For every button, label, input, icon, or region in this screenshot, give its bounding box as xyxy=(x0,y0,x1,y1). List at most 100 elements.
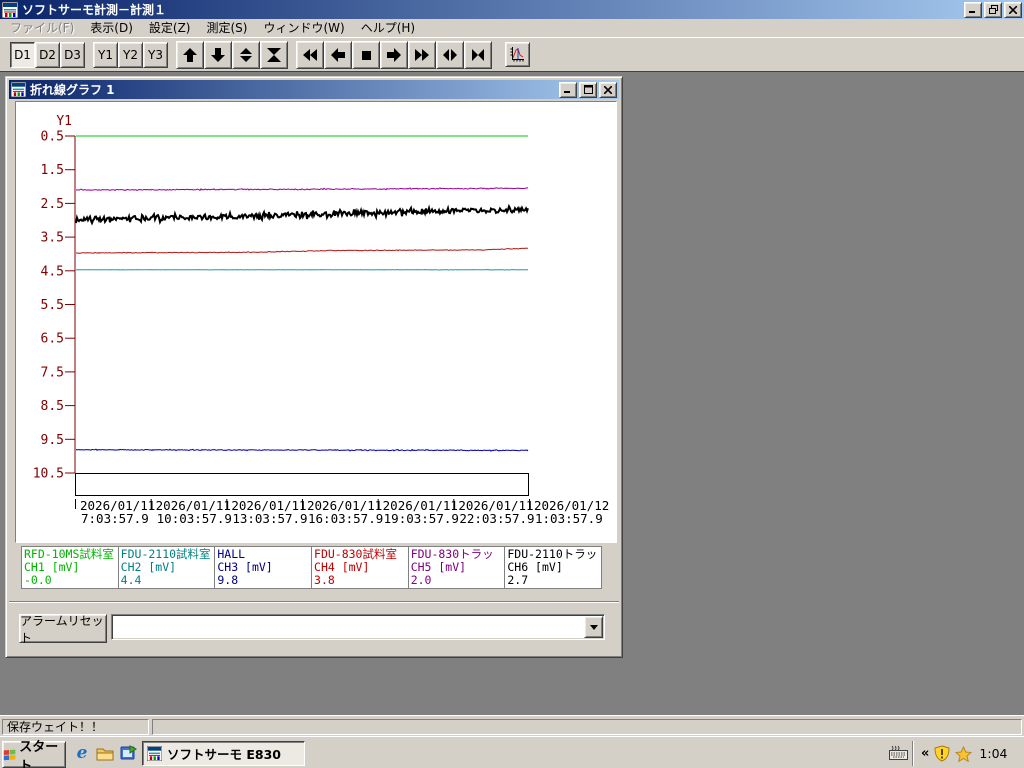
alarm-reset-button[interactable]: アラームリセット xyxy=(19,614,107,645)
expand-vertical-icon xyxy=(240,47,252,62)
system-tray: « 1:04 xyxy=(912,741,1022,766)
legend-cell-ch3: HALL CH3 [mV] 9.8 xyxy=(214,546,313,589)
chart-canvas: Y10.51.52.53.54.55.56.57.58.59.510.52026… xyxy=(33,114,610,526)
svg-text:Y1: Y1 xyxy=(56,114,72,129)
keyboard-indicator-icon[interactable] xyxy=(889,745,908,763)
legend-cell-ch1: RFD-10MS試料室 CH1 [mV] -0.0 xyxy=(21,546,119,589)
tray-clock: 1:04 xyxy=(979,746,1008,761)
graph-icon xyxy=(510,47,524,62)
app-icon xyxy=(2,1,18,18)
alarm-combobox-field[interactable] xyxy=(111,614,605,640)
graph-minimize-button[interactable] xyxy=(559,81,577,98)
display-d1-button[interactable]: D1 xyxy=(10,41,35,68)
svg-text:1:03:57.9: 1:03:57.9 xyxy=(535,511,603,526)
legend-cell-ch2: FDU-2110試料室 CH2 [mV] 4.4 xyxy=(117,546,216,589)
security-shield-icon[interactable] xyxy=(934,745,950,762)
svg-text:7:03:57.9: 7:03:57.9 xyxy=(81,511,149,526)
axis-y1-button[interactable]: Y1 xyxy=(93,41,118,68)
svg-text:2.5: 2.5 xyxy=(41,197,64,212)
collapse-vertical-icon xyxy=(267,47,281,62)
legend-cell-ch4: FDU-830試料室 CH4 [mV] 3.8 xyxy=(311,546,409,589)
channel-value: 2.0 xyxy=(410,573,432,587)
graph-window-icon xyxy=(11,82,26,97)
collapse-horizontal-button[interactable] xyxy=(464,40,492,69)
minimize-icon xyxy=(969,11,975,13)
toolbar: D1 D2 D3 Y1 Y2 Y3 xyxy=(0,37,1024,71)
close-icon xyxy=(604,85,612,94)
stop-icon xyxy=(362,50,371,60)
svg-text:4.5: 4.5 xyxy=(41,264,64,279)
step-left-button[interactable] xyxy=(324,40,352,69)
minimize-button[interactable] xyxy=(964,1,982,18)
svg-text:9.5: 9.5 xyxy=(41,433,64,448)
svg-text:10:03:57.9: 10:03:57.9 xyxy=(157,511,232,526)
svg-text:22:03:57.9: 22:03:57.9 xyxy=(459,511,534,526)
close-icon xyxy=(1009,5,1017,14)
svg-text:6.5: 6.5 xyxy=(41,332,64,347)
step-right-button[interactable] xyxy=(380,40,408,69)
expand-vertical-button[interactable] xyxy=(232,40,260,69)
status-panel-2 xyxy=(152,719,1022,735)
start-button[interactable]: スタート xyxy=(2,740,66,768)
menu-view[interactable]: 表示(D) xyxy=(82,17,141,38)
star-icon[interactable] xyxy=(955,745,973,762)
svg-text:16:03:57.9: 16:03:57.9 xyxy=(308,511,383,526)
channel-value: 2.7 xyxy=(507,573,529,587)
restore-icon xyxy=(988,5,998,14)
quick-launch-ie[interactable]: e xyxy=(72,743,92,763)
ie-icon: e xyxy=(76,742,88,763)
tray-chevron-button[interactable]: « xyxy=(921,746,929,761)
graph-settings-button[interactable] xyxy=(505,42,530,67)
fast-forward-button[interactable] xyxy=(408,40,436,69)
svg-text:8.5: 8.5 xyxy=(41,399,64,414)
expand-horizontal-icon xyxy=(443,48,457,61)
menu-window[interactable]: ウィンドウ(W) xyxy=(255,17,352,38)
graph-title-bar: 折れ線グラフ 1 xyxy=(9,80,619,99)
graph-maximize-button[interactable] xyxy=(579,81,597,98)
taskbar-app-button[interactable]: ソフトサーモ E830 xyxy=(142,741,305,766)
status-message: 保存ウェイト！！ xyxy=(2,719,149,735)
down-arrow-button[interactable] xyxy=(204,40,232,69)
up-arrow-icon xyxy=(183,47,197,62)
window-launch-icon xyxy=(120,745,137,760)
legend-cell-ch6: FDU-2110トラッ CH6 [mV] 2.7 xyxy=(504,546,603,589)
svg-text:13:03:57.9: 13:03:57.9 xyxy=(232,511,307,526)
svg-text:10.5: 10.5 xyxy=(33,467,64,482)
display-d2-button[interactable]: D2 xyxy=(35,41,60,68)
alarm-combobox[interactable] xyxy=(111,614,605,640)
collapse-vertical-button[interactable] xyxy=(260,40,288,69)
channel-value: -0.0 xyxy=(24,573,52,587)
taskbar: スタート e ソフトサーモ E830 « 1:04 xyxy=(0,736,1024,768)
up-arrow-button[interactable] xyxy=(176,40,204,69)
menu-help[interactable]: ヘルプ(H) xyxy=(353,17,423,38)
axis-y3-button[interactable]: Y3 xyxy=(143,41,168,68)
menu-settings[interactable]: 設定(Z) xyxy=(141,17,199,38)
quick-launch-app[interactable] xyxy=(118,743,138,763)
fast-forward-icon xyxy=(415,48,429,61)
rewind-icon xyxy=(303,48,317,61)
rewind-button[interactable] xyxy=(296,40,324,69)
menu-file[interactable]: ファイル(F) xyxy=(2,17,82,38)
svg-text:3.5: 3.5 xyxy=(41,231,64,246)
restore-button[interactable] xyxy=(984,1,1002,18)
graph-window: 折れ線グラフ 1 Y1 0.5 1.5 2.5 3.5 4.5 5.5 6.5 7.5 8.5 9.… xyxy=(5,76,623,658)
axis-y2-button[interactable]: Y2 xyxy=(118,41,143,68)
alarm-combobox-dropdown-button[interactable] xyxy=(584,616,603,638)
status-bar: 保存ウェイト！！ xyxy=(0,715,1024,736)
quick-launch-folder[interactable] xyxy=(95,743,115,763)
windows-logo-icon xyxy=(3,749,16,760)
minimize-icon xyxy=(564,91,570,93)
line-chart: Y1 0.5 1.5 2.5 3.5 4.5 5.5 6.5 7.5 8.5 9.5 10.5 2026… xyxy=(15,101,617,543)
expand-horizontal-button[interactable] xyxy=(436,40,464,69)
stop-button[interactable] xyxy=(352,40,380,69)
svg-text:7.5: 7.5 xyxy=(41,365,64,380)
menu-measure[interactable]: 測定(S) xyxy=(198,17,255,38)
close-button[interactable] xyxy=(1004,1,1022,18)
mdi-area: 折れ線グラフ 1 Y1 0.5 1.5 2.5 3.5 4.5 5.5 6.5 7.5 8.5 9.… xyxy=(0,71,1024,715)
graph-close-button[interactable] xyxy=(599,81,617,98)
svg-text:5.5: 5.5 xyxy=(41,298,64,313)
left-arrow-icon xyxy=(331,47,345,62)
display-d3-button[interactable]: D3 xyxy=(60,41,85,68)
svg-text:0.5: 0.5 xyxy=(41,130,64,145)
maximize-icon xyxy=(583,85,593,94)
